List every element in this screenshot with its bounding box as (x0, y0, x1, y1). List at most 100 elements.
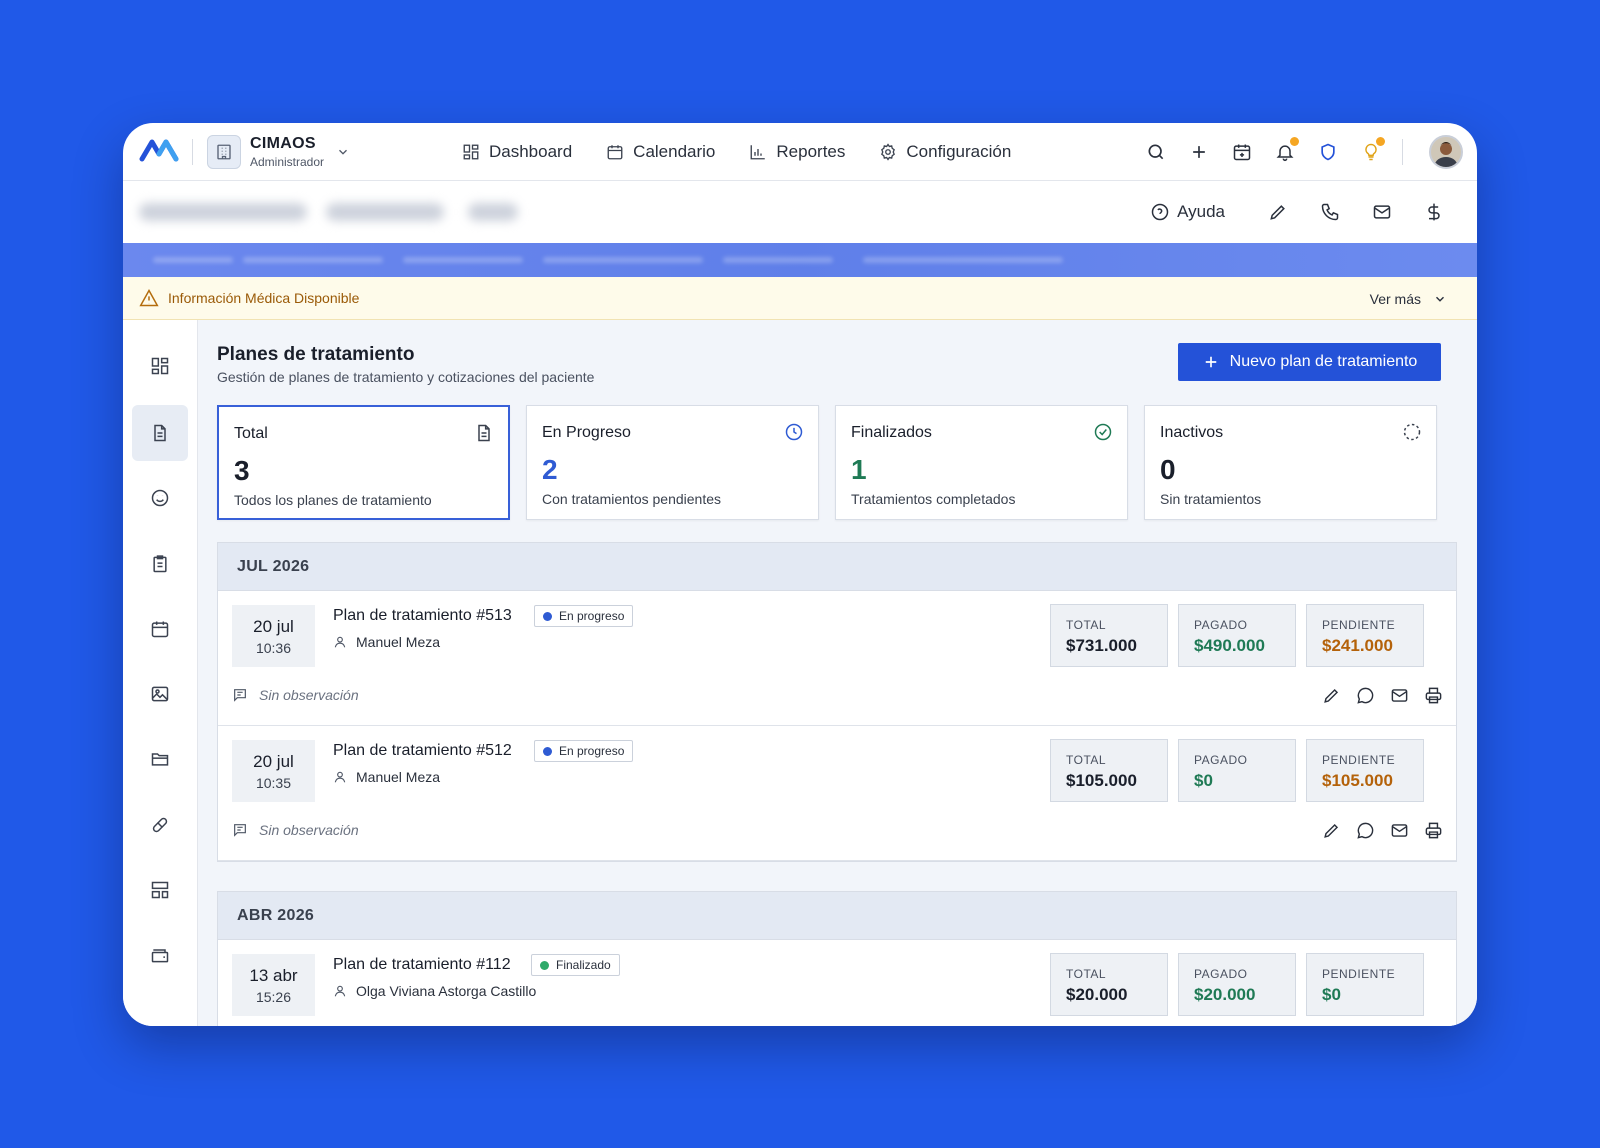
pending-label: PENDIENTE (1322, 753, 1396, 767)
calendar-icon (150, 619, 170, 639)
pill-icon (150, 815, 170, 835)
sidebar-item-appointments[interactable] (132, 601, 188, 657)
observation-text: Sin observación (259, 822, 359, 838)
sidebar-item-layout[interactable] (132, 862, 188, 918)
mail-icon[interactable] (1388, 684, 1410, 706)
mail-icon[interactable] (1369, 199, 1395, 225)
stat-card-inactive[interactable]: Inactivos 0 Sin tratamientos (1144, 405, 1437, 520)
nav-label: Dashboard (489, 142, 573, 161)
plan-day: 20 jul (253, 617, 294, 636)
avatar[interactable] (1429, 135, 1463, 169)
total-value: $105.000 (1066, 771, 1137, 790)
plan-title[interactable]: Plan de tratamiento #112 (333, 956, 511, 974)
sidebar-item-odontogram[interactable] (132, 470, 188, 526)
pencil-icon[interactable] (1265, 199, 1291, 225)
shield-icon[interactable] (1315, 139, 1341, 165)
medical-info-alert: Información Médica Disponible Ver más (123, 277, 1477, 320)
top-navigation: CIMAOS Administrador Dashboard Calendari… (123, 123, 1477, 181)
divider (1402, 139, 1403, 165)
image-icon (150, 684, 170, 704)
patient-label: Manuel Meza (356, 769, 441, 785)
user-icon (333, 635, 356, 649)
month-header: ABR 2026 (218, 892, 1456, 940)
treatment-plan-row[interactable]: 13 abr 15:26 Plan de tratamiento #112 Fi… (218, 940, 1456, 1026)
clipboard-icon (150, 554, 170, 574)
bar-chart-icon (749, 143, 776, 161)
observation: Sin observación (232, 822, 359, 838)
month-header: JUL 2026 (218, 543, 1456, 591)
plan-actions (1308, 684, 1444, 706)
pending-value: $241.000 (1322, 636, 1393, 655)
organization-selector[interactable]: CIMAOS Administrador (207, 135, 350, 169)
stat-card-in-progress[interactable]: En Progreso 2 Con tratamientos pendiente… (526, 405, 819, 520)
nav-label: Calendario (633, 142, 716, 161)
plan-date: 13 abr 15:26 (232, 954, 315, 1016)
pending-value: $0 (1322, 985, 1341, 1004)
blurred-patient-id (326, 203, 444, 221)
dashboard-icon (462, 143, 489, 161)
treatment-plan-row[interactable]: 20 jul 10:35 Plan de tratamiento #512 En… (218, 726, 1456, 861)
total-box: TOTAL $20.000 (1050, 953, 1168, 1016)
calendar-add-icon[interactable] (1229, 139, 1255, 165)
pending-label: PENDIENTE (1322, 618, 1396, 632)
printer-icon[interactable] (1422, 819, 1444, 841)
stat-title: Total (234, 425, 268, 442)
alert-text: Información Médica Disponible (168, 290, 360, 306)
see-more-button[interactable]: Ver más (1370, 277, 1447, 320)
chat-icon[interactable] (1354, 819, 1376, 841)
pencil-icon[interactable] (1320, 819, 1342, 841)
patient-header: Ayuda (123, 181, 1477, 243)
sidebar-item-treatment-plans[interactable] (132, 405, 188, 461)
stat-value: 0 (1160, 454, 1176, 485)
plus-icon (1202, 353, 1230, 371)
paid-label: PAGADO (1194, 618, 1248, 632)
plan-title[interactable]: Plan de tratamiento #513 (333, 607, 512, 625)
stat-card-finished[interactable]: Finalizados 1 Tratamientos completados (835, 405, 1128, 520)
nav-reportes[interactable]: Reportes (749, 142, 845, 162)
nav-calendario[interactable]: Calendario (606, 142, 715, 162)
paid-box: PAGADO $20.000 (1178, 953, 1296, 1016)
app-logo[interactable] (139, 136, 179, 164)
treatment-plan-row[interactable]: 20 jul 10:36 Plan de tratamiento #513 En… (218, 591, 1456, 726)
smile-icon (150, 488, 170, 508)
nav-label: Reportes (776, 142, 846, 161)
help-button[interactable]: Ayuda (1150, 202, 1225, 222)
stat-value: 1 (851, 454, 867, 485)
plus-icon[interactable] (1186, 139, 1212, 165)
plan-title[interactable]: Plan de tratamiento #512 (333, 742, 512, 760)
sidebar-item-files[interactable] (132, 731, 188, 787)
top-toolbar (1126, 123, 1463, 181)
plan-day: 13 abr (249, 966, 298, 985)
warning-icon (139, 288, 159, 308)
sidebar-item-clinical-record[interactable] (132, 536, 188, 592)
new-treatment-plan-button[interactable]: Nuevo plan de tratamiento (1178, 343, 1441, 381)
search-icon[interactable] (1143, 139, 1169, 165)
printer-icon[interactable] (1422, 684, 1444, 706)
dollar-icon[interactable] (1421, 199, 1447, 225)
sidebar-item-images[interactable] (132, 666, 188, 722)
calendar-icon (606, 143, 633, 161)
nav-dashboard[interactable]: Dashboard (462, 142, 572, 162)
layout-icon (150, 880, 170, 900)
wallet-icon (150, 945, 170, 965)
notification-dot (1376, 137, 1385, 146)
sidebar-item-payments[interactable] (132, 927, 188, 983)
lightbulb-icon[interactable] (1358, 137, 1385, 165)
bell-icon[interactable] (1272, 137, 1299, 165)
plan-time: 10:36 (255, 640, 292, 656)
user-role: Administrador (250, 155, 325, 169)
main-content: Planes de tratamiento Gestión de planes … (198, 320, 1477, 1026)
nav-configuracion[interactable]: Configuración (879, 142, 1011, 162)
chevron-down-icon (336, 145, 350, 159)
phone-icon[interactable] (1317, 199, 1343, 225)
pencil-icon[interactable] (1320, 684, 1342, 706)
sidebar-item-dashboard[interactable] (132, 338, 188, 394)
stat-title: Finalizados (851, 424, 932, 441)
paid-label: PAGADO (1194, 753, 1248, 767)
chevron-down-icon (1421, 292, 1447, 306)
sidebar-item-prescriptions[interactable] (132, 797, 188, 853)
mail-icon[interactable] (1388, 819, 1410, 841)
stat-card-total[interactable]: Total 3 Todos los planes de tratamiento (217, 405, 510, 520)
pending-box: PENDIENTE $241.000 (1306, 604, 1424, 667)
chat-icon[interactable] (1354, 684, 1376, 706)
